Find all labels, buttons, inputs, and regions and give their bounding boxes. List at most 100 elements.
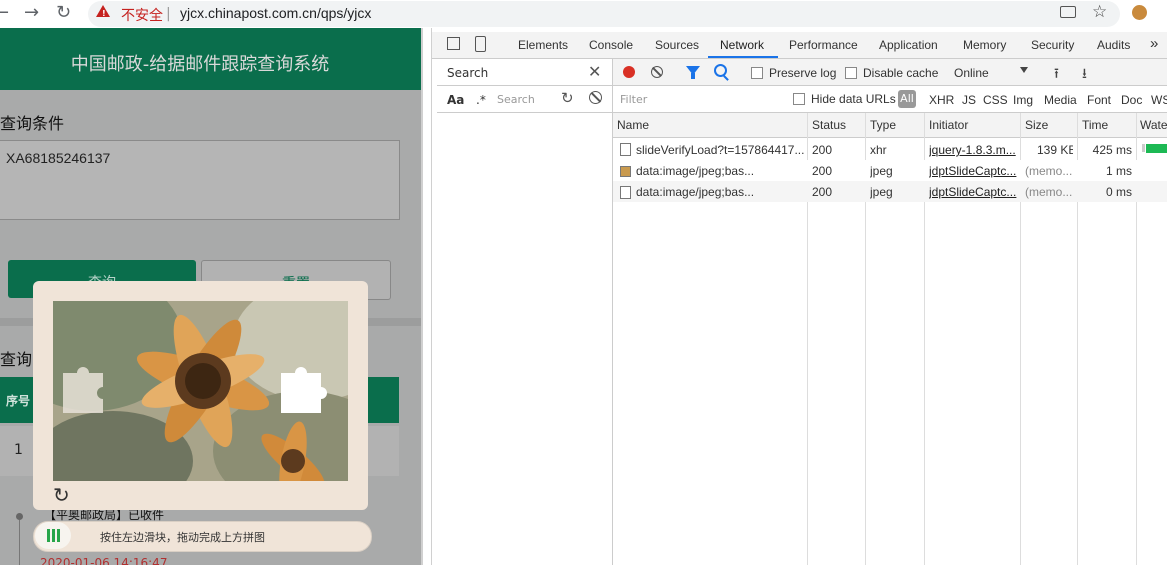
request-time: 1 ms <box>1105 164 1132 178</box>
tab-console[interactable]: Console <box>589 38 633 52</box>
clear-search-icon[interactable] <box>589 91 602 104</box>
column-waterfall[interactable]: Wate <box>1140 118 1167 132</box>
star-icon[interactable]: ☆ <box>1092 2 1107 22</box>
chevron-down-icon[interactable] <box>1020 67 1028 73</box>
disable-cache-label: Disable cache <box>863 66 939 80</box>
more-tabs-icon[interactable]: » <box>1150 35 1158 52</box>
match-case-toggle[interactable]: Aa <box>447 93 464 107</box>
reload-icon[interactable]: ↻ <box>56 4 71 22</box>
filter-media[interactable]: Media <box>1044 93 1077 107</box>
import-har-icon[interactable]: ⭱ <box>1054 63 1059 87</box>
refresh-icon[interactable]: ↻ <box>561 89 574 107</box>
column-name[interactable]: Name <box>617 118 649 132</box>
request-size: 139 KB <box>1037 143 1073 157</box>
record-icon[interactable] <box>623 66 635 78</box>
column-time[interactable]: Time <box>1082 118 1108 132</box>
cast-icon[interactable] <box>1060 6 1076 18</box>
clear-icon[interactable] <box>651 66 663 78</box>
request-name[interactable]: slideVerifyLoad?t=157864417... <box>636 143 804 157</box>
devtools-border <box>431 28 432 565</box>
search-icon[interactable] <box>714 64 727 77</box>
warning-exclamation: ! <box>102 9 106 18</box>
request-name[interactable]: data:image/jpeg;bas... <box>636 164 804 178</box>
condition-label: 查询条件 <box>0 114 65 133</box>
url-separator: | <box>166 6 171 22</box>
hide-data-urls-label: Hide data URLs <box>811 92 896 106</box>
tab-security[interactable]: Security <box>1031 38 1074 52</box>
request-size: (memo... <box>1025 185 1073 199</box>
preserve-log-checkbox[interactable] <box>751 67 763 79</box>
column-type[interactable]: Type <box>870 118 896 132</box>
timeline-dot <box>16 513 23 520</box>
request-status: 200 <box>812 164 833 178</box>
active-tab-indicator <box>708 56 778 58</box>
filter-input-placeholder: Filter <box>620 93 648 106</box>
filter-css[interactable]: CSS <box>983 93 1008 107</box>
column-status[interactable]: Status <box>812 118 846 132</box>
document-icon <box>620 186 631 199</box>
request-time: 0 ms <box>1105 185 1132 199</box>
device-toolbar-icon[interactable] <box>475 36 486 52</box>
table-header-no: 序号 <box>6 394 31 408</box>
tab-memory[interactable]: Memory <box>963 38 1006 52</box>
close-icon[interactable]: ✕ <box>588 62 601 81</box>
request-initiator[interactable]: jdptSlideCaptc... <box>929 185 1017 199</box>
tab-sources[interactable]: Sources <box>655 38 699 52</box>
column-initiator[interactable]: Initiator <box>929 118 968 132</box>
request-time: 425 ms <box>1092 143 1132 157</box>
captcha-slider-hint: 按住左边滑块，拖动完成上方拼图 <box>100 531 265 544</box>
request-type: xhr <box>870 143 887 157</box>
request-name[interactable]: data:image/jpeg;bas... <box>636 185 804 199</box>
cookie-extension-icon[interactable] <box>1132 5 1147 20</box>
page-title: 中国邮政-给据邮件跟踪查询系统 <box>70 54 330 75</box>
tab-performance[interactable]: Performance <box>789 38 858 52</box>
tab-network[interactable]: Network <box>720 38 764 52</box>
url-text[interactable]: yjcx.chinapost.com.cn/qps/yjcx <box>180 5 371 21</box>
export-har-icon[interactable]: ⭳ <box>1082 63 1087 87</box>
inspect-element-icon[interactable] <box>447 37 460 50</box>
document-icon <box>620 143 631 156</box>
request-status: 200 <box>812 185 833 199</box>
filter-js[interactable]: JS <box>962 93 976 107</box>
image-icon <box>620 166 631 177</box>
security-label[interactable]: 不安全 <box>121 5 163 25</box>
filter-ws[interactable]: WS <box>1151 93 1167 107</box>
disable-cache-checkbox[interactable] <box>845 67 857 79</box>
request-type: jpeg <box>870 164 893 178</box>
filter-all[interactable]: All <box>898 90 916 108</box>
search-panel <box>437 59 613 565</box>
tracking-event-date: 2020-01-06 14:16:47 <box>40 556 168 565</box>
filter-xhr[interactable]: XHR <box>929 93 954 107</box>
column-size[interactable]: Size <box>1025 118 1048 132</box>
tab-elements[interactable]: Elements <box>518 38 568 52</box>
hide-data-urls-checkbox[interactable] <box>793 93 805 105</box>
request-status: 200 <box>812 143 833 157</box>
tracking-number-value: XA68185246137 <box>6 150 111 166</box>
waterfall-bar <box>1146 144 1167 153</box>
preserve-log-label: Preserve log <box>769 66 837 80</box>
waterfall-queue <box>1142 144 1145 152</box>
row-number: 1 <box>14 442 23 458</box>
filter-doc[interactable]: Doc <box>1121 93 1142 107</box>
filter-img[interactable]: Img <box>1013 93 1033 107</box>
tab-audits[interactable]: Audits <box>1097 38 1130 52</box>
slide-captcha-dialog: ↻ <box>33 281 368 510</box>
back-icon[interactable]: ← <box>0 4 9 22</box>
search-panel-title: Search <box>447 66 489 80</box>
filter-font[interactable]: Font <box>1087 93 1111 107</box>
throttle-select[interactable]: Online <box>954 66 989 80</box>
forward-icon[interactable]: → <box>24 4 39 22</box>
request-size: (memo... <box>1025 164 1073 178</box>
tab-application[interactable]: Application <box>879 38 938 52</box>
captcha-slider-handle[interactable] <box>35 522 71 549</box>
search-input-placeholder: Search <box>497 93 535 106</box>
devtools-splitter[interactable] <box>421 28 423 565</box>
regex-toggle[interactable]: .* <box>476 93 486 107</box>
request-initiator[interactable]: jquery-1.8.3.m... <box>929 143 1017 157</box>
captcha-image <box>53 301 348 481</box>
captcha-refresh-icon[interactable]: ↻ <box>53 483 70 507</box>
request-type: jpeg <box>870 185 893 199</box>
filter-icon-stem <box>691 73 695 79</box>
request-initiator[interactable]: jdptSlideCaptc... <box>929 164 1017 178</box>
timeline-line <box>19 520 20 565</box>
